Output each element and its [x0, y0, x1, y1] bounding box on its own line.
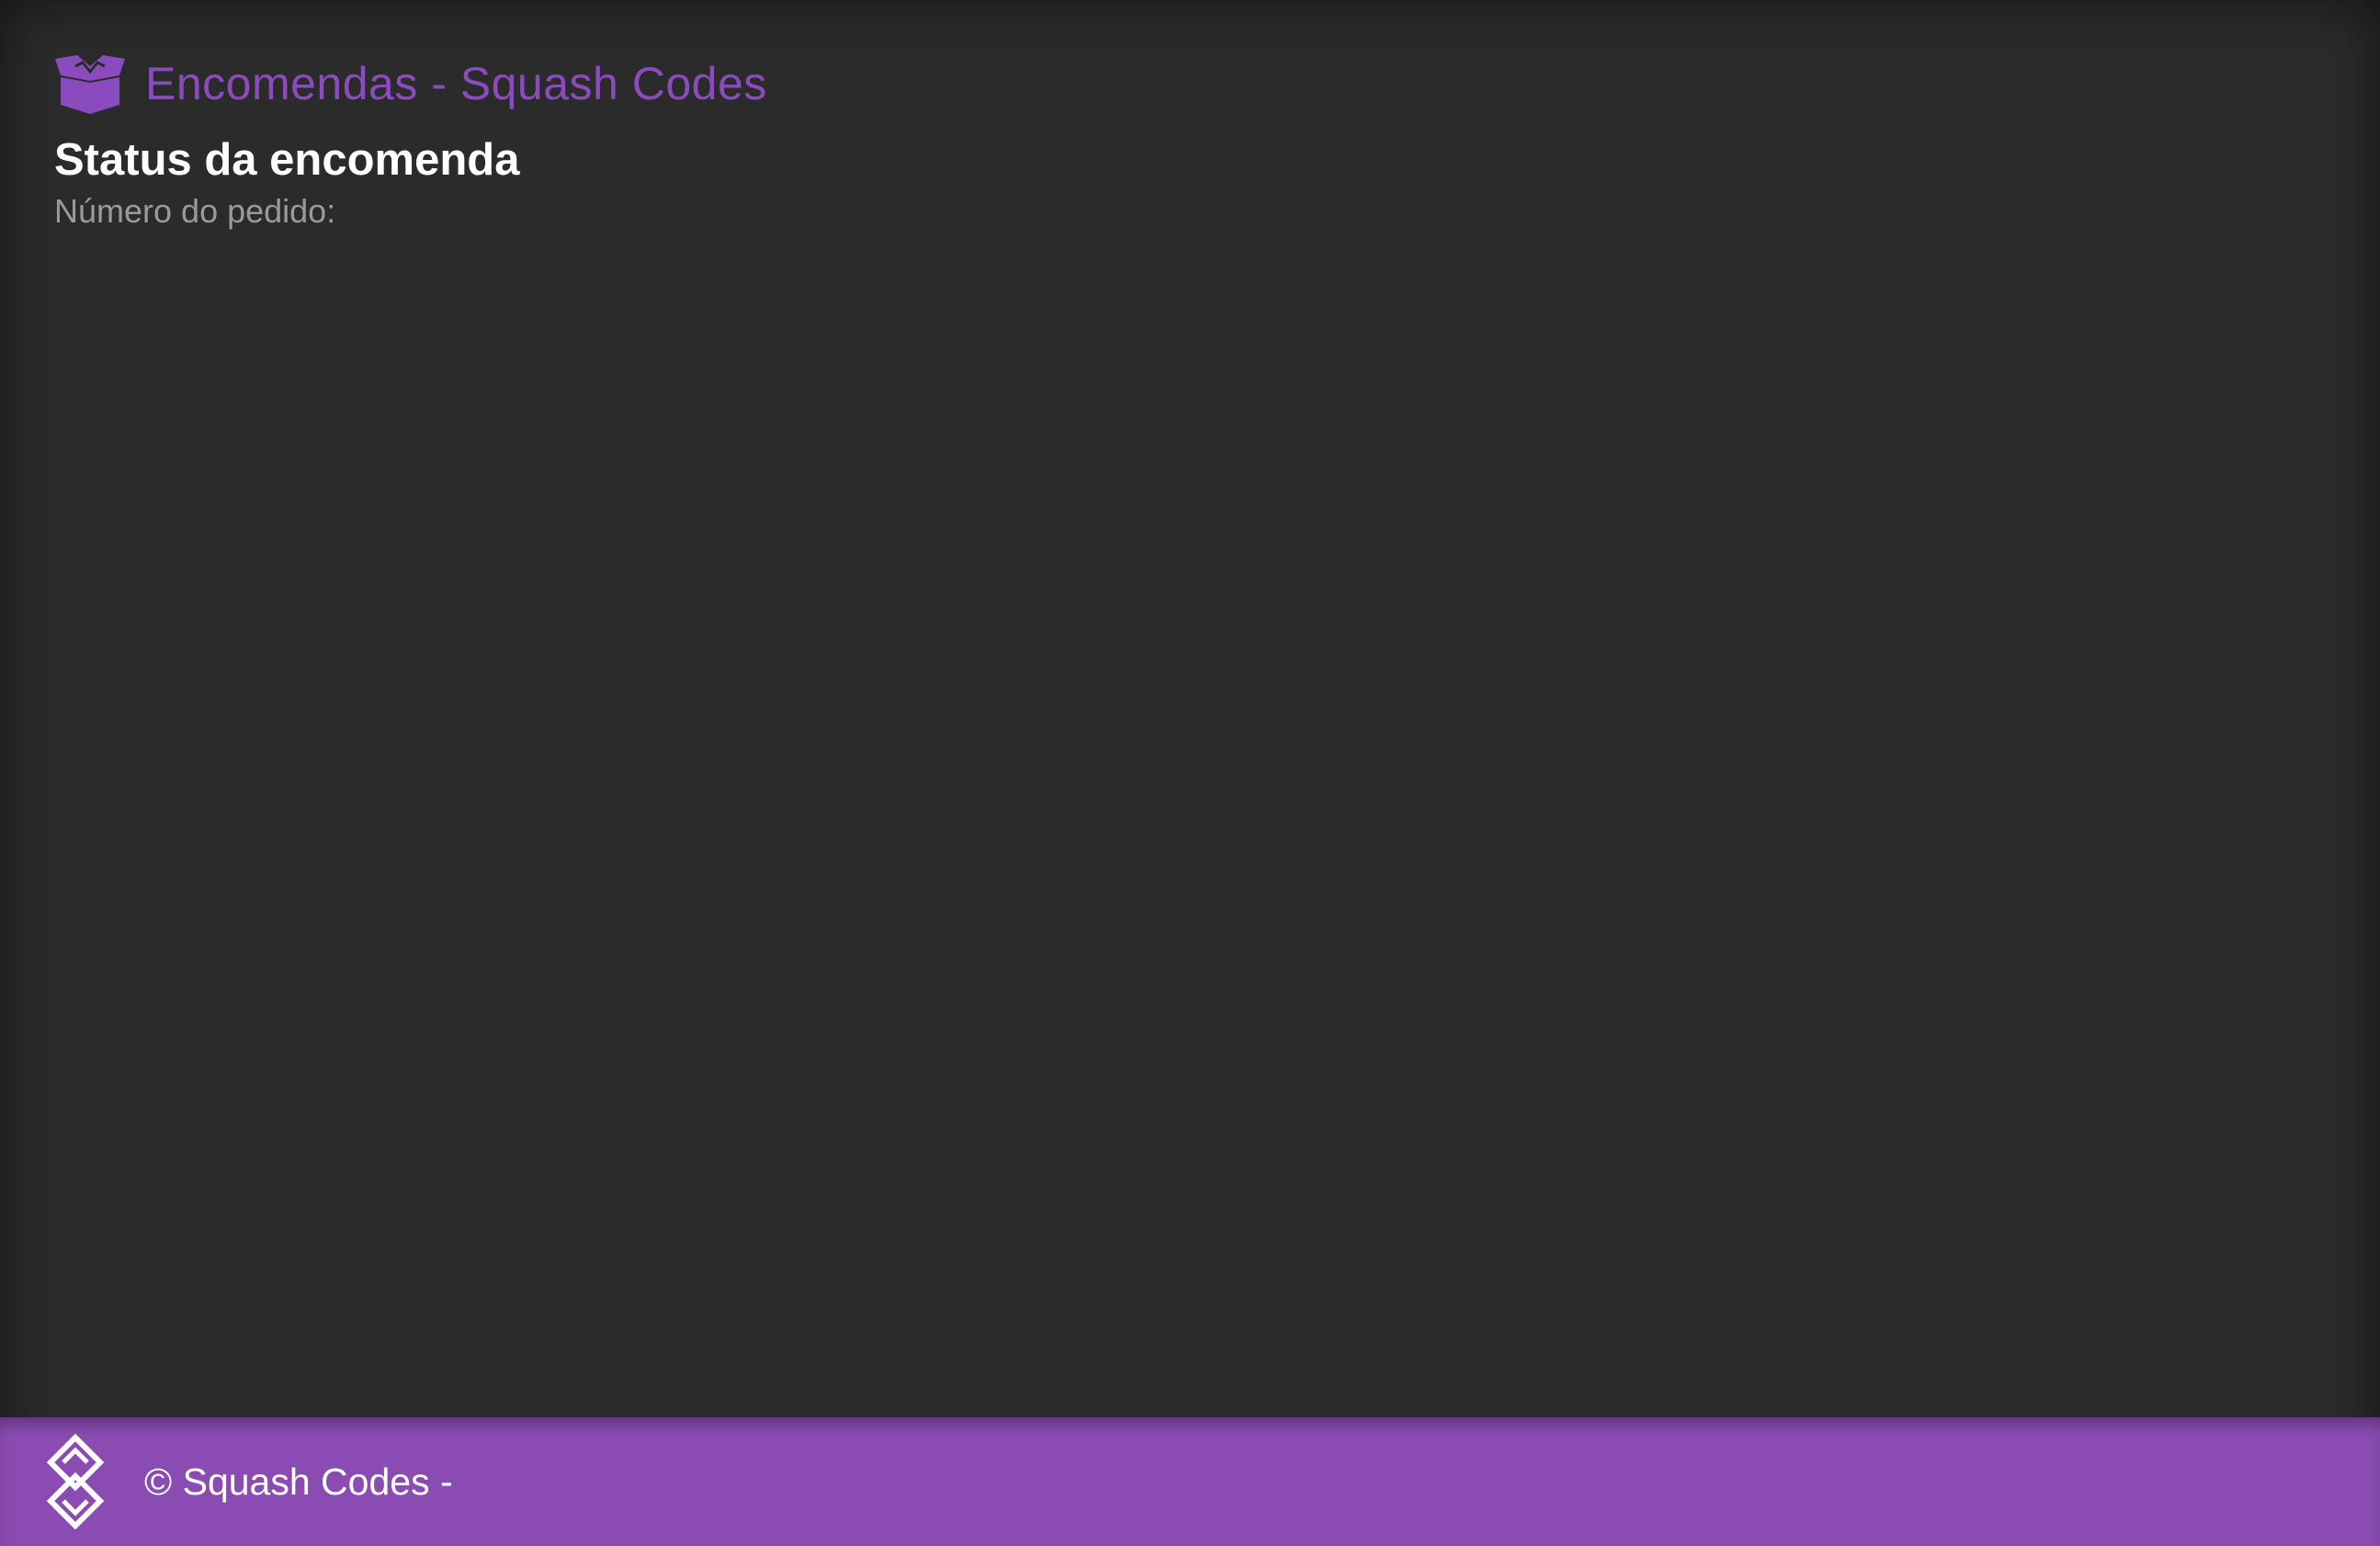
app-title: Encomendas - Squash Codes: [145, 58, 767, 109]
order-number-label: Número do pedido:: [54, 192, 336, 230]
squash-codes-logo-icon: [46, 1434, 105, 1529]
app-header: Encomendas - Squash Codes: [53, 53, 767, 114]
order-status-section: Status da encomenda Número do pedido:: [54, 131, 519, 233]
footer: © Squash Codes -: [0, 1417, 2380, 1546]
page-title: Status da encomenda: [54, 135, 520, 185]
copyright-text: © Squash Codes -: [144, 1461, 453, 1503]
page: Encomendas - Squash Codes Status da enco…: [0, 0, 2380, 1546]
box-open-icon: [55, 55, 125, 114]
